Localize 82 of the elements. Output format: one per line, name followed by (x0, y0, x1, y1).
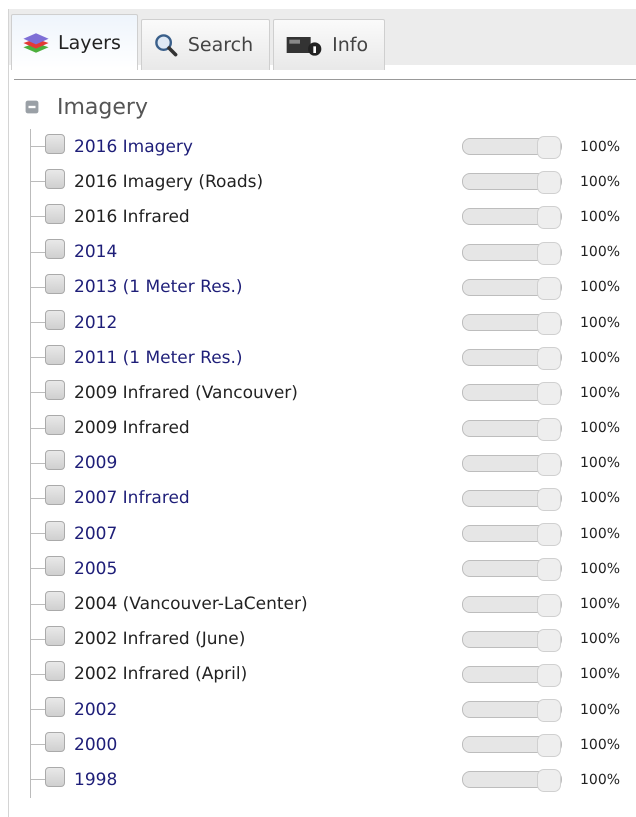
checkbox[interactable] (45, 134, 65, 154)
checkbox[interactable] (45, 274, 65, 294)
slider-handle[interactable] (537, 382, 561, 406)
slider-handle[interactable] (537, 418, 561, 441)
opacity-value: 100% (580, 631, 620, 648)
opacity-value: 100% (580, 772, 620, 788)
slider-handle[interactable] (537, 242, 561, 265)
slider-handle[interactable] (537, 171, 561, 194)
opacity-value: 100% (580, 666, 620, 682)
slider-handle[interactable] (537, 699, 561, 722)
opacity-value: 100% (580, 526, 620, 542)
slider-handle[interactable] (537, 558, 561, 582)
slider-handle[interactable] (537, 664, 561, 687)
group-title: Imagery (57, 94, 148, 120)
checkbox[interactable] (45, 415, 65, 436)
layers-icon (22, 30, 50, 54)
layer-name[interactable]: 2016 Imagery (Roads) (74, 172, 462, 192)
checkbox[interactable] (45, 661, 65, 682)
layer-name[interactable]: 2000 (74, 734, 462, 755)
opacity-value: 100% (580, 490, 620, 506)
checkbox[interactable] (45, 239, 65, 260)
opacity-value: 100% (580, 138, 620, 155)
slider-handle[interactable] (537, 136, 561, 160)
opacity-value: 100% (580, 560, 620, 577)
checkbox[interactable] (45, 696, 65, 717)
slider-handle[interactable] (537, 347, 561, 370)
opacity-value: 100% (580, 702, 620, 718)
layer-name[interactable]: 2016 Imagery (74, 136, 462, 157)
slider-handle[interactable] (537, 734, 561, 758)
layer-name[interactable]: 2013 (1 Meter Res.) (74, 277, 462, 298)
checkbox[interactable] (45, 450, 65, 470)
opacity-value: 100% (580, 279, 620, 296)
checkbox[interactable] (45, 766, 65, 787)
opacity-value: 100% (580, 596, 620, 612)
checkbox[interactable] (45, 626, 65, 646)
layer-name[interactable]: 2002 Infrared (June) (74, 629, 462, 650)
tab[interactable]: Info (273, 19, 386, 70)
layer-name[interactable]: 2002 Infrared (April) (74, 664, 462, 684)
layer-name[interactable]: 2011 (1 Meter Res.) (74, 348, 462, 368)
layer-name[interactable]: 2009 (74, 453, 462, 474)
checkbox[interactable] (45, 380, 65, 400)
opacity-value: 100% (580, 350, 620, 366)
layer-name[interactable]: 2009 Infrared (Vancouver) (74, 382, 462, 403)
slider-handle[interactable] (537, 452, 561, 476)
opacity-value: 100% (580, 174, 620, 190)
layer-name[interactable]: 2007 Infrared (74, 488, 462, 508)
slider-handle[interactable] (537, 594, 561, 617)
layer-name[interactable]: 1998 (74, 770, 462, 790)
slider-handle[interactable] (537, 523, 561, 546)
slider-handle[interactable] (537, 276, 561, 300)
opacity-value: 100% (580, 455, 620, 472)
checkbox[interactable] (45, 485, 65, 506)
opacity-value: 100% (580, 244, 620, 260)
checkbox[interactable] (45, 168, 65, 189)
slider-handle[interactable] (537, 206, 561, 230)
collapse-icon[interactable] (25, 100, 39, 114)
opacity-value: 100% (580, 314, 620, 331)
checkbox[interactable] (45, 732, 65, 752)
opacity-value: 100% (580, 420, 620, 436)
tab[interactable]: Layers (11, 14, 138, 70)
slider-handle[interactable] (537, 628, 561, 652)
layer-name[interactable]: 2002 (74, 700, 462, 720)
checkbox[interactable] (45, 520, 65, 541)
checkbox[interactable] (45, 591, 65, 612)
tab[interactable]: Search (140, 19, 270, 70)
layer-name[interactable]: 2004 (Vancouver-LaCenter) (74, 594, 462, 614)
opacity-value: 100% (580, 736, 620, 753)
slider-handle[interactable] (537, 488, 561, 511)
checkbox[interactable] (45, 344, 65, 365)
layer-name[interactable]: 2016 Infrared (74, 206, 462, 227)
layer-name[interactable]: 2007 (74, 524, 462, 544)
checkbox[interactable] (45, 204, 65, 224)
layer-name[interactable]: 2014 (74, 242, 462, 262)
checkbox[interactable] (45, 310, 65, 330)
slider-handle[interactable] (537, 312, 561, 336)
opacity-value: 100% (580, 208, 620, 225)
checkbox[interactable] (45, 556, 65, 576)
layer-name[interactable]: 2012 (74, 312, 462, 333)
opacity-value: 100% (580, 384, 620, 401)
layer-name[interactable]: 2009 Infrared (74, 418, 462, 438)
layer-name[interactable]: 2005 (74, 558, 462, 579)
slider-handle[interactable] (537, 769, 561, 792)
